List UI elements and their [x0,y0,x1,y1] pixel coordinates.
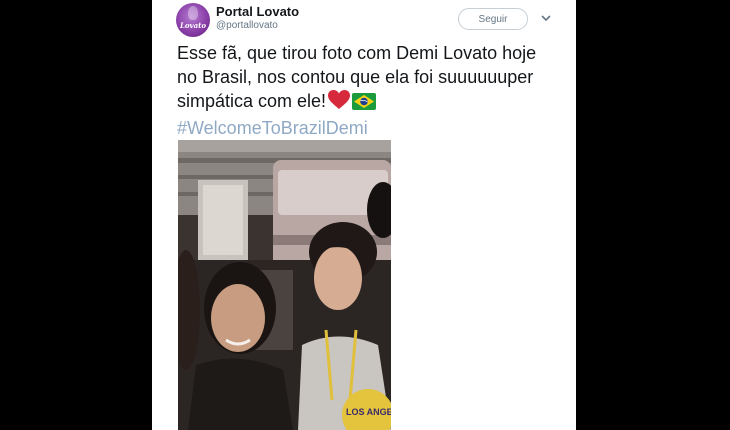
hashtag-link[interactable]: #WelcomeToBrazilDemi [177,116,569,140]
shirt-text: LOS ANGE [346,407,391,417]
tweet-line-text: simpática com ele! [177,91,327,111]
avatar-logo-text: Lovato [179,21,207,30]
follow-button[interactable]: Seguir [458,8,528,30]
tweet-line: Esse fã, que tirou foto com Demi Lovato … [177,43,537,63]
display-name[interactable]: Portal Lovato [216,4,299,19]
avatar-figure-icon [188,6,198,20]
tweet-photo[interactable]: LOS ANGE [178,140,391,430]
avatar[interactable]: Lovato [176,3,210,37]
tweet-line: no Brasil, nos contou que ela foi suuuuu… [177,67,534,87]
tweet-text: Esse fã, que tirou foto com Demi Lovato … [177,41,569,140]
brazil-flag-icon [352,92,377,116]
photo-of-two-people-icon: LOS ANGE [178,140,391,430]
handle[interactable]: @portallovato [216,20,278,31]
red-heart-icon [328,90,351,116]
chevron-down-icon[interactable] [540,12,552,24]
tweet-line-with-emoji: simpática com ele! [177,89,569,116]
tweet-card: Lovato Portal Lovato @portallovato Segui… [152,0,576,430]
